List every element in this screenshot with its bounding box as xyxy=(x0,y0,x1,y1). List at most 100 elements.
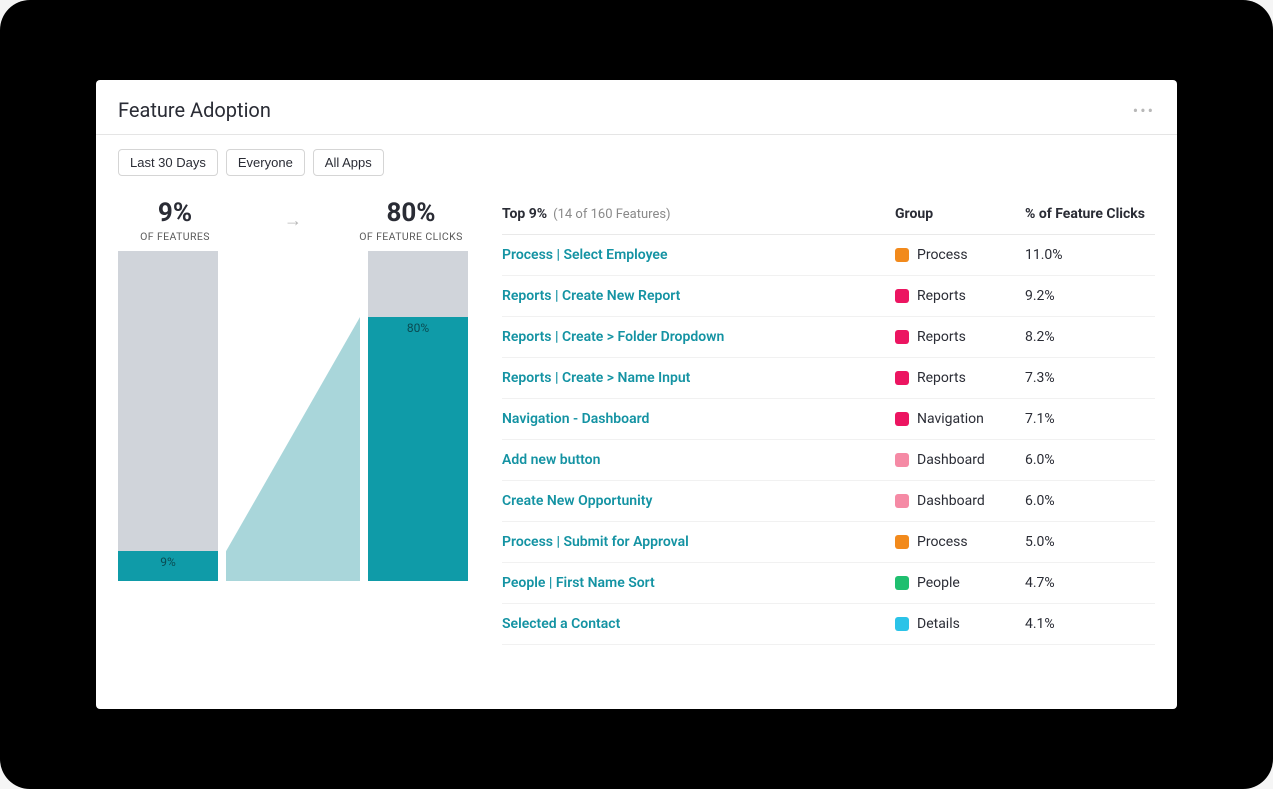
group-label: Reports xyxy=(917,370,966,386)
group-swatch-icon xyxy=(895,412,909,426)
cell-group: Reports xyxy=(895,370,1025,386)
cell-pct: 6.0% xyxy=(1025,493,1155,509)
feature-link[interactable]: Reports | Create > Name Input xyxy=(502,370,690,386)
cell-group: Process xyxy=(895,247,1025,263)
table-row: Process | Submit for Approval Process5.0% xyxy=(502,522,1155,563)
filter-segment[interactable]: Everyone xyxy=(226,149,305,176)
table-row: Navigation - Dashboard Navigation 7.1% xyxy=(502,399,1155,440)
stat-clicks-label: OF FEATURE CLICKS xyxy=(356,230,466,243)
group-label: Dashboard xyxy=(917,452,985,468)
cell-pct: 7.3% xyxy=(1025,370,1155,386)
chart-summary: 9% OF FEATURES → 80% OF FEATURE CLICKS xyxy=(118,198,468,251)
chart-bars: 9% 80% xyxy=(118,251,468,581)
group-swatch-icon xyxy=(895,289,909,303)
th-group: Group xyxy=(895,206,1025,222)
group-swatch-icon xyxy=(895,330,909,344)
arrow-right-icon: → xyxy=(284,210,302,231)
more-icon[interactable]: ••• xyxy=(1133,101,1155,120)
cell-feature: Reports | Create > Folder Dropdown xyxy=(502,329,895,345)
group-swatch-icon xyxy=(895,576,909,590)
cell-pct: 4.1% xyxy=(1025,616,1155,632)
features-table: Top 9% (14 of 160 Features) Group % of F… xyxy=(502,198,1155,709)
group-label: Navigation xyxy=(917,411,984,427)
cell-group: People xyxy=(895,575,1025,591)
card-title: Feature Adoption xyxy=(118,98,271,122)
table-row: Add new buttonDashboard6.0% xyxy=(502,440,1155,481)
table-row: Create New Opportunity Dashboard 6.0% xyxy=(502,481,1155,522)
card-header: Feature Adoption ••• xyxy=(96,80,1177,135)
cell-feature: People | First Name Sort xyxy=(502,575,895,591)
cell-feature: Reports | Create New Report xyxy=(502,288,895,304)
group-label: Dashboard xyxy=(917,493,985,509)
group-swatch-icon xyxy=(895,535,909,549)
cell-feature: Reports | Create > Name Input xyxy=(502,370,895,386)
cell-pct: 7.1% xyxy=(1025,411,1155,427)
table-header: Top 9% (14 of 160 Features) Group % of F… xyxy=(502,198,1155,235)
group-label: People xyxy=(917,575,960,591)
bar-clicks-label: 80% xyxy=(407,321,429,335)
group-swatch-icon xyxy=(895,248,909,262)
card-body: 9% OF FEATURES → 80% OF FEATURE CLICKS 9… xyxy=(96,180,1177,709)
group-swatch-icon xyxy=(895,494,909,508)
cell-feature: Create New Opportunity xyxy=(502,493,895,509)
stat-clicks: 80% OF FEATURE CLICKS xyxy=(356,198,466,243)
cell-feature: Selected a Contact xyxy=(502,616,895,632)
cell-feature: Process | Select Employee xyxy=(502,247,895,263)
table-row: People | First Name Sort People 4.7% xyxy=(502,563,1155,604)
cell-group: Dashboard xyxy=(895,452,1025,468)
cell-group: Navigation xyxy=(895,411,1025,427)
group-swatch-icon xyxy=(895,617,909,631)
cell-group: Reports xyxy=(895,329,1025,345)
cell-group: Reports xyxy=(895,288,1025,304)
filter-apps[interactable]: All Apps xyxy=(313,149,384,176)
cell-pct: 5.0% xyxy=(1025,534,1155,550)
feature-link[interactable]: Process | Select Employee xyxy=(502,247,668,263)
group-label: Reports xyxy=(917,329,966,345)
group-label: Details xyxy=(917,616,960,632)
filter-date-range[interactable]: Last 30 Days xyxy=(118,149,218,176)
feature-link[interactable]: Navigation - Dashboard xyxy=(502,411,649,427)
feature-adoption-card: Feature Adoption ••• Last 30 Days Everyo… xyxy=(96,80,1177,709)
bar-clicks: 80% xyxy=(368,251,468,581)
cell-feature: Process | Submit for Approval xyxy=(502,534,895,550)
table-row: Selected a Contact Details 4.1% xyxy=(502,604,1155,645)
th-feature: Top 9% (14 of 160 Features) xyxy=(502,206,895,222)
adoption-chart: 9% OF FEATURES → 80% OF FEATURE CLICKS 9… xyxy=(118,198,468,709)
filter-bar: Last 30 Days Everyone All Apps xyxy=(96,135,1177,180)
group-swatch-icon xyxy=(895,371,909,385)
bar-features-label: 9% xyxy=(160,555,176,569)
table-row: Reports | Create > Folder Dropdown Report… xyxy=(502,317,1155,358)
bar-features-fill: 9% xyxy=(118,551,218,581)
group-label: Process xyxy=(917,247,968,263)
cell-pct: 11.0% xyxy=(1025,247,1155,263)
th-feature-main: Top 9% xyxy=(502,206,547,222)
stat-features-label: OF FEATURES xyxy=(120,230,230,243)
stat-features: 9% OF FEATURES xyxy=(120,198,230,243)
table-row: Process | Select Employee Process 11.0% xyxy=(502,235,1155,276)
group-swatch-icon xyxy=(895,453,909,467)
feature-link[interactable]: Reports | Create > Folder Dropdown xyxy=(502,329,724,345)
feature-link[interactable]: Selected a Contact xyxy=(502,616,620,632)
feature-link[interactable]: Reports | Create New Report xyxy=(502,288,680,304)
chart-wedge xyxy=(226,251,360,581)
cell-feature: Navigation - Dashboard xyxy=(502,411,895,427)
th-feature-sub: (14 of 160 Features) xyxy=(553,207,670,222)
cell-feature: Add new button xyxy=(502,452,895,468)
bar-features: 9% xyxy=(118,251,218,581)
table-body: Process | Select Employee Process 11.0% Rep… xyxy=(502,235,1155,645)
cell-group: Process xyxy=(895,534,1025,550)
feature-link[interactable]: Create New Opportunity xyxy=(502,493,652,509)
feature-link[interactable]: Process | Submit for Approval xyxy=(502,534,689,550)
feature-link[interactable]: Add new button xyxy=(502,452,600,468)
th-pct: % of Feature Clicks xyxy=(1025,206,1155,222)
group-label: Reports xyxy=(917,288,966,304)
stat-features-value: 9% xyxy=(120,198,230,228)
stat-clicks-value: 80% xyxy=(356,198,466,228)
cell-pct: 9.2% xyxy=(1025,288,1155,304)
bar-clicks-fill: 80% xyxy=(368,317,468,581)
table-row: Reports | Create New Report Reports 9.2% xyxy=(502,276,1155,317)
cell-pct: 4.7% xyxy=(1025,575,1155,591)
table-row: Reports | Create > Name Input Reports 7.3% xyxy=(502,358,1155,399)
cell-group: Details xyxy=(895,616,1025,632)
feature-link[interactable]: People | First Name Sort xyxy=(502,575,655,591)
